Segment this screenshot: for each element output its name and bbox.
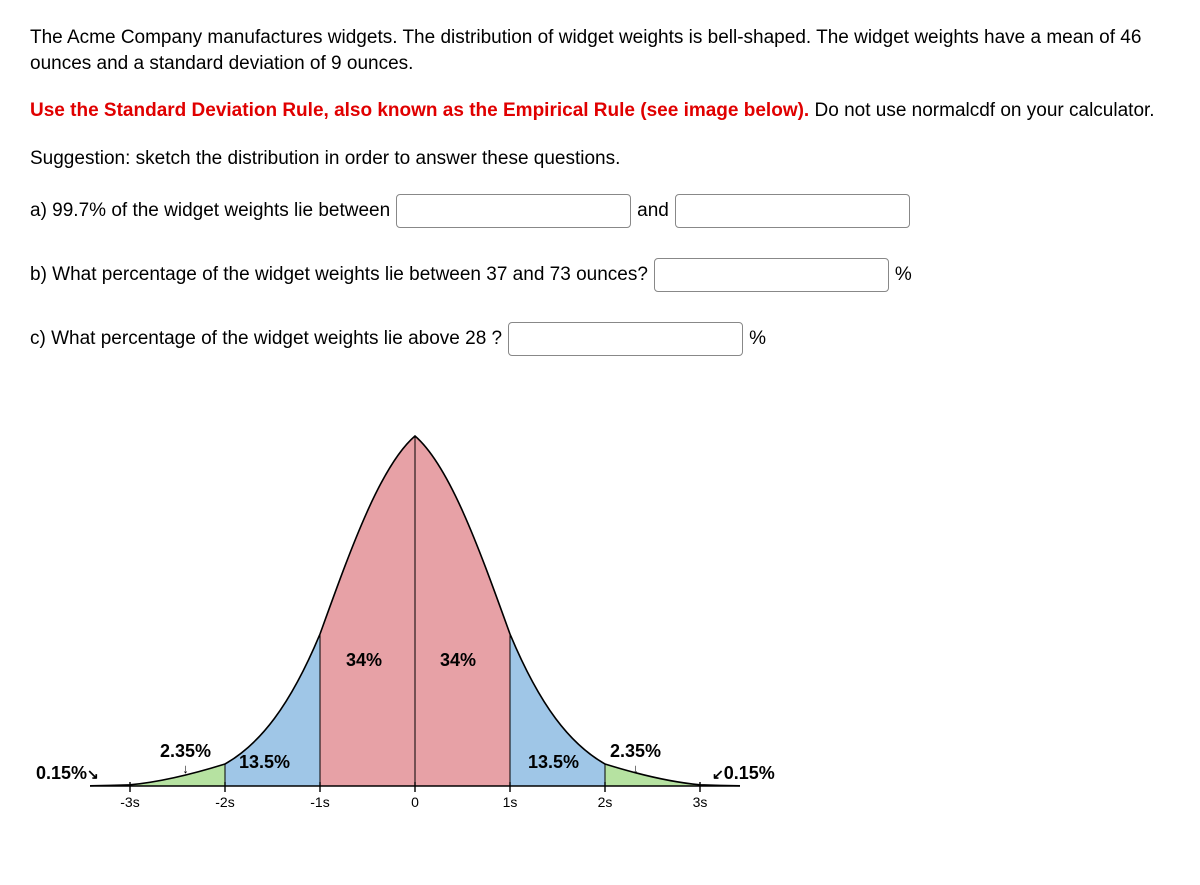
question-c-text: c) What percentage of the widget weights… <box>30 328 502 350</box>
answer-b-input[interactable] <box>654 258 889 292</box>
bell-curve-svg <box>30 386 800 816</box>
answer-c-input[interactable] <box>508 322 743 356</box>
tick-1s: 1s <box>503 794 518 810</box>
label-2-35-left: 2.35%↓ <box>160 741 211 775</box>
label-0-15-left: 0.15%↘ <box>36 763 99 784</box>
tick-3s: 3s <box>693 794 708 810</box>
intro-paragraph-1: The Acme Company manufactures widgets. T… <box>30 25 1170 76</box>
answer-a-high-input[interactable] <box>675 194 910 228</box>
question-b: b) What percentage of the widget weights… <box>30 258 1170 292</box>
label-13-5-right: 13.5% <box>528 752 579 773</box>
label-0-15-right: ↙0.15% <box>712 763 775 784</box>
question-b-text: b) What percentage of the widget weights… <box>30 264 648 286</box>
intro-paragraph-3: Suggestion: sketch the distribution in o… <box>30 146 1170 172</box>
empirical-rule-chart: 0.15%↘ 2.35%↓ 13.5% 34% 34% 13.5% 2.35%↓… <box>30 386 800 816</box>
question-c-suffix: % <box>749 328 766 350</box>
instruction-highlight: Use the Standard Deviation Rule, also kn… <box>30 100 809 121</box>
label-13-5-left: 13.5% <box>239 752 290 773</box>
intro-paragraph-2: Use the Standard Deviation Rule, also kn… <box>30 98 1170 124</box>
tick-neg3s: -3s <box>120 794 139 810</box>
label-34-left: 34% <box>346 650 382 671</box>
tick-0: 0 <box>411 794 419 810</box>
tick-neg2s: -2s <box>215 794 234 810</box>
tick-2s: 2s <box>598 794 613 810</box>
question-c: c) What percentage of the widget weights… <box>30 322 1170 356</box>
answer-a-low-input[interactable] <box>396 194 631 228</box>
question-a: a) 99.7% of the widget weights lie betwe… <box>30 194 1170 228</box>
tick-neg1s: -1s <box>310 794 329 810</box>
label-34-right: 34% <box>440 650 476 671</box>
question-a-and: and <box>637 200 669 222</box>
question-b-suffix: % <box>895 264 912 286</box>
instruction-rest: Do not use normalcdf on your calculator. <box>809 100 1154 121</box>
label-2-35-right: 2.35%↓ <box>610 741 661 775</box>
question-a-text-pre: a) 99.7% of the widget weights lie betwe… <box>30 200 390 222</box>
